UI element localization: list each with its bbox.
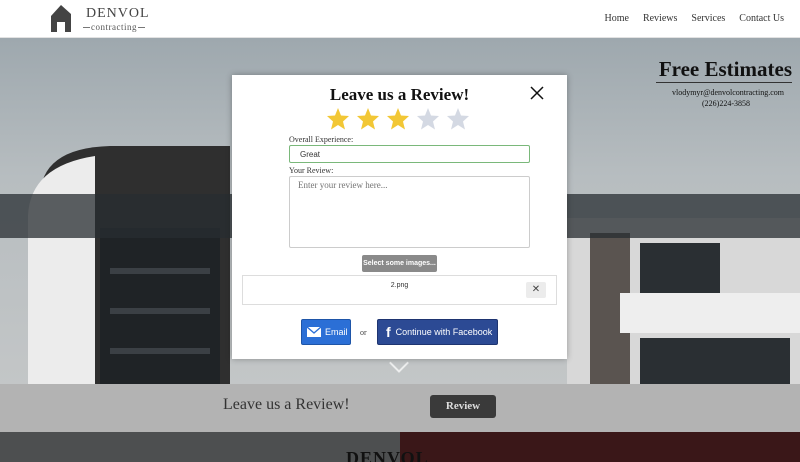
divider xyxy=(656,82,792,83)
star-icon[interactable] xyxy=(386,107,410,131)
close-icon[interactable] xyxy=(529,85,545,101)
star-icon[interactable] xyxy=(446,107,470,131)
bottom-panel-right xyxy=(400,432,800,462)
or-separator: or xyxy=(360,328,367,337)
star-icon[interactable] xyxy=(326,107,350,131)
site-header: DENVOL contracting Home Reviews Services… xyxy=(0,0,800,38)
brand-subtitle: contracting xyxy=(82,22,146,32)
nav-home[interactable]: Home xyxy=(604,13,628,24)
remove-file-button[interactable]: ✕ xyxy=(526,282,546,298)
email-button[interactable]: Email xyxy=(301,319,351,345)
overall-experience-label: Overall Experience: xyxy=(289,135,354,144)
nav-reviews[interactable]: Reviews xyxy=(643,13,677,24)
contact-phone[interactable]: (226)224-3858 xyxy=(702,99,750,108)
file-name: 2.png xyxy=(390,282,409,289)
your-review-label: Your Review: xyxy=(289,166,334,175)
review-modal: Leave us a Review! Overall Experience: Y… xyxy=(232,75,567,359)
contact-email[interactable]: vlodymyr@denvolcontracting.com xyxy=(672,88,784,97)
bottom-brand: DENVOL xyxy=(346,448,429,462)
file-list-item: 2.png ✕ xyxy=(242,275,557,305)
review-button[interactable]: Review xyxy=(430,395,496,418)
facebook-button-label: Continue with Facebook xyxy=(395,327,493,337)
modal-title: Leave us a Review! xyxy=(329,85,470,104)
logo[interactable]: DENVOL contracting xyxy=(46,2,149,36)
email-button-label: Email xyxy=(325,327,348,337)
facebook-button[interactable]: f Continue with Facebook xyxy=(377,319,498,345)
facebook-icon: f xyxy=(386,324,391,340)
review-strip: Leave us a Review! Review xyxy=(0,384,800,432)
review-strip-text: Leave us a Review! xyxy=(223,396,350,413)
envelope-icon xyxy=(307,327,321,337)
star-icon[interactable] xyxy=(416,107,440,131)
nav-contact-us[interactable]: Contact Us xyxy=(739,13,784,24)
house-logo-icon xyxy=(51,5,71,32)
nav-services[interactable]: Services xyxy=(691,13,725,24)
brand-name: DENVOL xyxy=(86,6,150,21)
star-icon[interactable] xyxy=(356,107,380,131)
star-rating xyxy=(326,107,470,131)
main-nav: Home Reviews Services Contact Us xyxy=(604,13,784,24)
select-images-button[interactable]: Select some images... xyxy=(362,255,437,272)
bottom-image-left xyxy=(0,432,400,462)
review-textarea[interactable] xyxy=(289,176,530,248)
overall-experience-input[interactable] xyxy=(289,145,530,163)
free-estimates-title: Free Estimates xyxy=(658,57,792,81)
